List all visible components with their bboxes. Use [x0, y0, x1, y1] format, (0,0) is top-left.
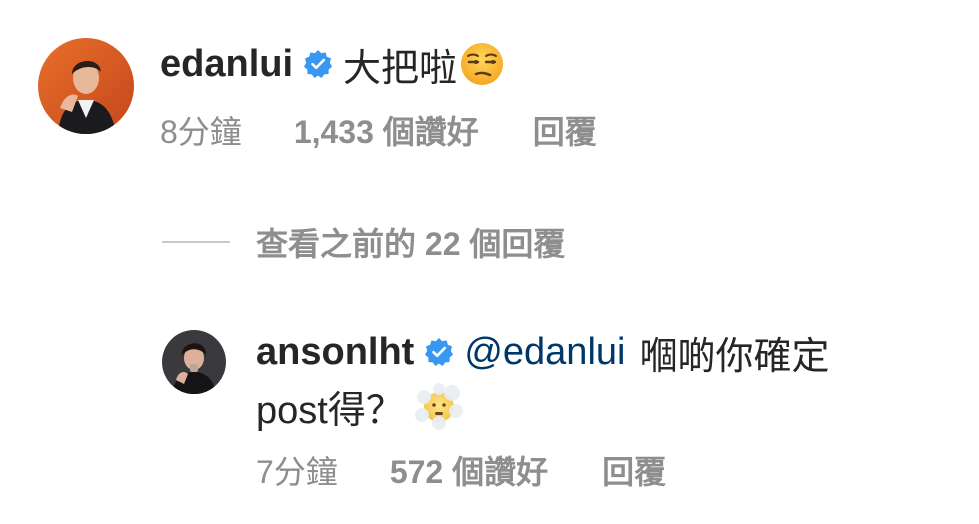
username[interactable]: edanlui — [160, 43, 293, 86]
likes-count[interactable]: 572 個讚好 — [390, 447, 548, 493]
divider — [162, 241, 230, 243]
timestamp: 7分鐘 — [256, 454, 338, 490]
reply-button[interactable]: 回覆 — [602, 447, 666, 493]
avatar[interactable] — [38, 38, 134, 134]
comment-line: post得？ — [256, 378, 936, 434]
comment-meta: 8分鐘 1,433 個讚好 回覆 — [160, 108, 597, 152]
username[interactable]: ansonlht — [256, 331, 414, 374]
comment-ansonlht: ansonlht @edanlui 嗰啲你確定 post得？ 7分鐘 572 個… — [0, 300, 979, 524]
verified-badge-icon — [303, 49, 333, 79]
mention-link[interactable]: @edanlui — [464, 331, 625, 374]
view-replies-button[interactable]: 查看之前的 22 個回覆 — [162, 220, 565, 264]
comment-edanlui: edanlui 大把啦 8分鐘 1,433 個讚好 回覆 — [0, 0, 979, 170]
comment-text: 大把啦 — [343, 47, 458, 90]
reply-button[interactable]: 回覆 — [533, 107, 597, 153]
comment-line: ansonlht @edanlui 嗰啲你確定 — [256, 326, 936, 378]
unamused-face-icon — [459, 41, 505, 87]
comment-text: post得？ — [256, 389, 404, 432]
view-replies-label: 查看之前的 22 個回覆 — [256, 226, 566, 262]
verified-badge-icon — [424, 337, 454, 367]
comment-meta: 7分鐘 572 個讚好 回覆 — [256, 448, 666, 492]
face-in-clouds-icon — [414, 381, 464, 431]
comment-line: edanlui 大把啦 — [160, 34, 505, 94]
comment-body: ansonlht @edanlui 嗰啲你確定 post得？ — [256, 326, 936, 434]
comment-text: 嗰啲你確定 — [639, 335, 830, 378]
likes-count[interactable]: 1,433 個讚好 — [294, 107, 479, 153]
timestamp: 8分鐘 — [160, 114, 242, 150]
avatar[interactable] — [162, 330, 226, 394]
